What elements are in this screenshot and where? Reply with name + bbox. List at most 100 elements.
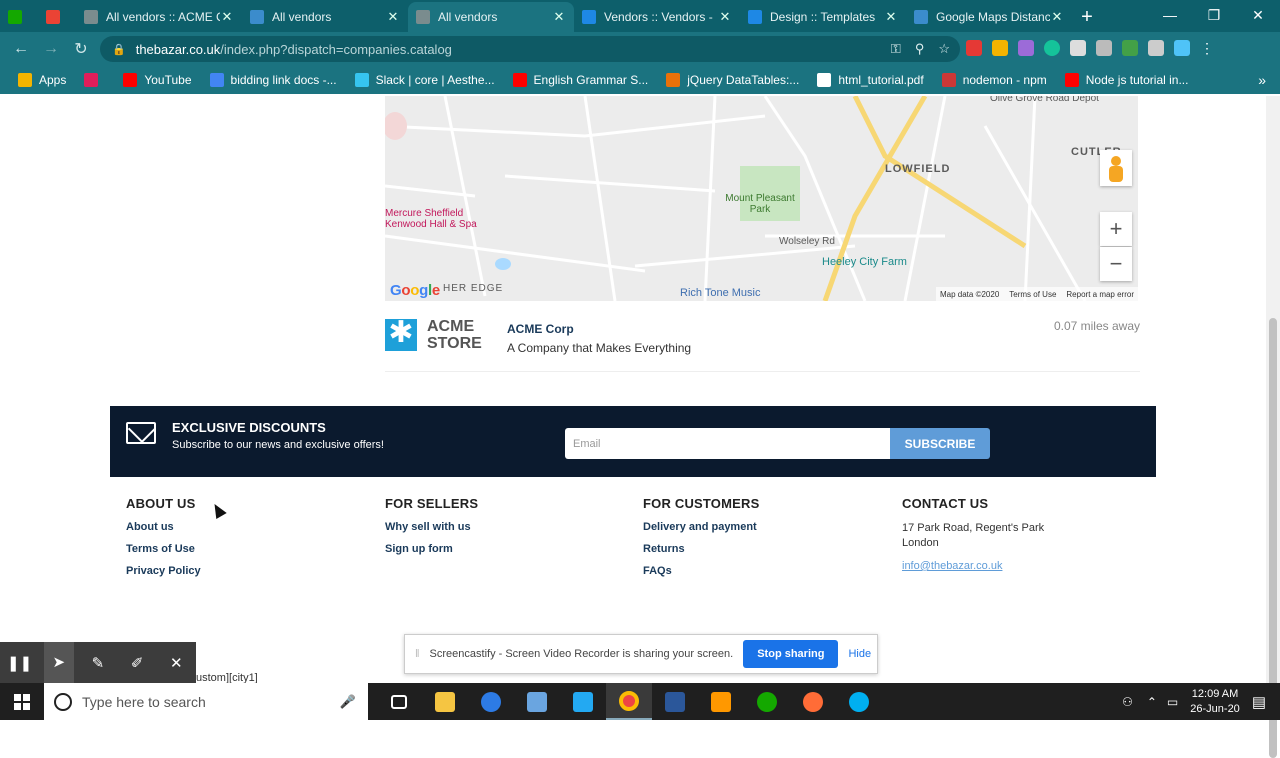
skype-icon[interactable] — [836, 683, 882, 720]
map-data-credit: Map data ©2020 — [940, 289, 1000, 299]
globe-icon — [914, 10, 928, 24]
url-bar[interactable]: 🔒 thebazar.co.uk /index.php?dispatch=com… — [100, 36, 960, 62]
bookmark-item[interactable]: bidding link docs -... — [204, 73, 343, 87]
zoom-in-button[interactable]: + — [1100, 212, 1132, 246]
forward-arrow-icon[interactable]: → — [36, 40, 66, 58]
bookmark-icon — [666, 73, 681, 87]
bookmark-item[interactable]: Apps — [12, 73, 72, 87]
footer-about: ABOUT US About us Terms of Use Privacy P… — [126, 496, 201, 587]
reload-icon[interactable]: ↻ — [66, 39, 96, 59]
bookmarks-overflow-icon[interactable]: » — [1258, 72, 1266, 88]
zoom-icon[interactable]: ⚲ — [915, 41, 925, 57]
browser-tab[interactable]: Design :: Templates ✕ — [740, 2, 906, 32]
bookmark-item[interactable]: English Grammar S... — [507, 73, 655, 87]
edge-icon[interactable] — [468, 683, 514, 720]
browser-tab[interactable]: All vendors ✕ — [408, 2, 574, 32]
footer-link-returns[interactable]: Returns — [643, 543, 759, 555]
bookmark-item[interactable]: jQuery DataTables:... — [660, 73, 805, 87]
footer-link-about-us[interactable]: About us — [126, 521, 201, 533]
tab-close-icon[interactable]: ✕ — [718, 9, 732, 25]
map-terms-link[interactable]: Terms of Use — [1009, 290, 1056, 299]
menu-dots-icon[interactable]: ⋮ — [1200, 40, 1216, 56]
extension-icon[interactable] — [1174, 40, 1190, 56]
clock[interactable]: 12:09 AM 26-Jun-20 — [1190, 687, 1240, 717]
google-map[interactable]: Olive Grove Road Depot LOWFIELD CUTLER M… — [385, 96, 1138, 301]
notifications-icon[interactable]: ▤ — [1252, 693, 1266, 711]
street-view-pegman-icon[interactable] — [1100, 150, 1132, 186]
bookmark-item[interactable] — [78, 73, 111, 87]
browser-tab[interactable]: Vendors :: Vendors - ✕ — [574, 2, 740, 32]
camera-icon[interactable] — [1096, 40, 1112, 56]
tab-close-icon[interactable]: ✕ — [386, 9, 400, 25]
restore-icon[interactable]: ❐ — [1192, 0, 1236, 30]
bookmark-item[interactable]: Slack | core | Aesthe... — [349, 73, 501, 87]
contact-email-link[interactable]: info@thebazar.co.uk — [902, 560, 1044, 572]
stop-sharing-button[interactable]: Stop sharing — [743, 640, 839, 668]
drag-handle-icon[interactable]: ‖ — [415, 648, 420, 660]
bookmark-item[interactable]: YouTube — [117, 73, 197, 87]
star-icon[interactable]: ☆ — [938, 41, 950, 57]
email-input[interactable]: Email — [565, 428, 890, 459]
network-icon[interactable]: ▭ — [1167, 695, 1178, 709]
lock-icon: 🔒 — [112, 43, 126, 56]
footer-link-signup[interactable]: Sign up form — [385, 543, 478, 555]
bookmark-item[interactable]: Node js tutorial in... — [1059, 73, 1195, 87]
tab-close-icon[interactable]: ✕ — [884, 9, 898, 25]
subscribe-button[interactable]: SUBSCRIBE — [890, 428, 990, 459]
hide-button[interactable]: Hide — [848, 648, 871, 660]
extension-icon[interactable] — [1148, 40, 1164, 56]
microphone-icon[interactable]: 🎤 — [340, 694, 356, 710]
tab-close-icon[interactable]: ✕ — [552, 9, 566, 25]
extension-icon[interactable] — [1018, 40, 1034, 56]
file-explorer-icon[interactable] — [422, 683, 468, 720]
chrome-icon[interactable] — [606, 683, 652, 720]
browser-tab[interactable]: All vendors ✕ — [242, 2, 408, 32]
footer-link-faqs[interactable]: FAQs — [643, 565, 759, 577]
footer-link-terms[interactable]: Terms of Use — [126, 543, 201, 555]
back-arrow-icon[interactable]: ← — [6, 40, 36, 58]
tab-close-icon[interactable]: ✕ — [1050, 9, 1064, 25]
vendor-name[interactable]: ACME Corp — [507, 322, 574, 336]
zoom-out-button[interactable]: − — [1100, 247, 1132, 281]
word-icon[interactable] — [652, 683, 698, 720]
pen-icon[interactable]: ✎ — [83, 654, 113, 672]
bookmark-item[interactable]: html_tutorial.pdf — [811, 73, 929, 87]
postman-icon[interactable] — [790, 683, 836, 720]
pointer-icon[interactable]: ➤ — [43, 642, 74, 683]
footer-link-delivery[interactable]: Delivery and payment — [643, 521, 759, 533]
close-window-icon[interactable]: ✕ — [1236, 0, 1280, 30]
browser-tab[interactable] — [38, 2, 76, 32]
vscode-icon[interactable] — [560, 683, 606, 720]
footer-link-privacy[interactable]: Privacy Policy — [126, 565, 201, 577]
highlighter-icon[interactable]: ✐ — [122, 654, 152, 672]
browser-tab[interactable]: All vendors :: ACME C ✕ — [76, 2, 242, 32]
browser-tab[interactable] — [0, 2, 38, 32]
taskbar-search-box[interactable]: Type here to search 🎤 — [44, 683, 368, 720]
extension-icon[interactable] — [1122, 40, 1138, 56]
browser-tab[interactable]: Google Maps Distanc ✕ — [906, 2, 1072, 32]
page-scrollbar[interactable] — [1266, 96, 1280, 758]
task-view-icon[interactable] — [376, 683, 422, 720]
people-icon[interactable]: ⚇ — [1122, 695, 1133, 709]
close-icon[interactable]: ✕ — [161, 654, 191, 672]
map-report-link[interactable]: Report a map error — [1066, 290, 1134, 299]
extension-icon[interactable] — [1070, 40, 1086, 56]
grammarly-icon[interactable] — [1044, 40, 1060, 56]
chevron-up-icon[interactable]: ⌃ — [1147, 695, 1157, 709]
extension-icon[interactable] — [992, 40, 1008, 56]
windows-start-icon[interactable] — [0, 683, 44, 720]
minimize-icon[interactable]: — — [1148, 0, 1192, 30]
extension-icon[interactable] — [966, 40, 982, 56]
sublime-icon[interactable] — [698, 683, 744, 720]
footer-link-why-sell[interactable]: Why sell with us — [385, 521, 478, 533]
bookmark-item[interactable]: nodemon - npm — [936, 73, 1053, 87]
app-icon[interactable] — [514, 683, 560, 720]
footer-heading: FOR CUSTOMERS — [643, 496, 760, 511]
vendor-logo[interactable]: ACMESTORE — [385, 315, 482, 352]
upwork-icon[interactable] — [744, 683, 790, 720]
key-icon[interactable]: ⚿ — [891, 41, 901, 57]
gear-icon — [582, 10, 596, 24]
new-tab-button[interactable]: + — [1072, 2, 1102, 32]
tab-close-icon[interactable]: ✕ — [220, 9, 234, 25]
pause-icon[interactable]: ❚❚ — [5, 654, 35, 672]
